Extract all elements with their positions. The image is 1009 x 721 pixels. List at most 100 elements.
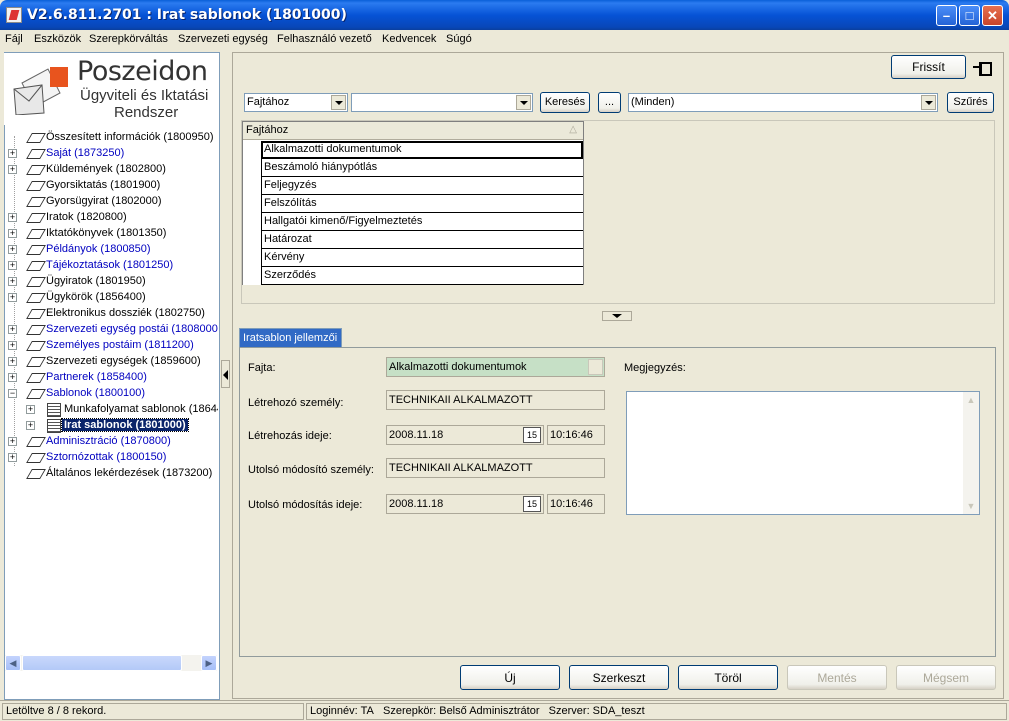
tab-template-properties[interactable]: Iratsablon jellemzői — [239, 328, 342, 348]
chevron-down-icon[interactable] — [921, 95, 936, 110]
creator-value: TECHNIKAII ALKALMAZOTT — [389, 394, 533, 406]
minimize-icon: – — [942, 8, 951, 23]
title-bar: V2.6.811.2701 : Irat sablonok (1801000) … — [0, 0, 1009, 30]
table-row[interactable]: Beszámoló hiánypótlás — [261, 159, 583, 177]
role-name: Szerepkör: Belső Adminisztrátor — [382, 705, 540, 717]
ellipsis-label: ... — [604, 96, 615, 108]
save-button[interactable]: Mentés — [787, 665, 887, 690]
tree-item-label: Összesített információk (1800950) — [46, 131, 214, 143]
tree-item-label: Saját (1873250) — [46, 147, 125, 159]
table-row[interactable]: Kérvény — [261, 249, 583, 267]
expand-icon[interactable]: + — [8, 437, 17, 446]
refresh-button[interactable]: Frissít — [891, 55, 966, 79]
grid-header[interactable]: Fajtához △ — [243, 122, 583, 140]
creator-field: TECHNIKAII ALKALMAZOTT — [386, 390, 605, 410]
filter-value: (Minden) — [631, 96, 675, 108]
menu-help[interactable]: Súgó — [446, 33, 472, 45]
note-textarea[interactable]: ▲ ▼ — [626, 391, 980, 515]
expand-details-button[interactable] — [602, 311, 632, 321]
app-icon[interactable] — [6, 7, 22, 23]
group-by-combo[interactable]: Fajtához — [244, 93, 348, 112]
cancel-button[interactable]: Mégsem — [896, 665, 996, 690]
scroll-right-icon[interactable]: ▶ — [201, 655, 217, 671]
menu-favorites[interactable]: Kedvencek — [382, 33, 436, 45]
table-row[interactable]: Feljegyzés — [261, 177, 583, 195]
note-scrollbar[interactable]: ▲ ▼ — [963, 392, 979, 514]
tree-item-label: Sablonok (1800100) — [46, 387, 146, 399]
type-field[interactable]: Alkalmazotti dokumentumok — [386, 357, 605, 377]
menu-tools[interactable]: Eszközök — [34, 33, 81, 45]
expand-icon[interactable]: + — [8, 261, 17, 270]
expand-icon[interactable]: + — [8, 165, 17, 174]
calendar-icon[interactable]: 15 — [523, 496, 541, 512]
menu-user-leader[interactable]: Felhasználó vezető — [277, 33, 372, 45]
collapse-icon[interactable]: − — [8, 389, 17, 398]
collapse-panel-button[interactable] — [221, 360, 230, 388]
filter-label: Szűrés — [953, 96, 988, 108]
folder-icon — [26, 133, 46, 143]
filter-combo[interactable]: (Minden) — [628, 93, 938, 112]
expand-icon[interactable]: + — [8, 277, 17, 286]
save-label: Mentés — [817, 671, 857, 685]
menu-file[interactable]: Fájl — [5, 33, 23, 45]
minimize-button[interactable]: – — [936, 5, 957, 26]
search-combo[interactable] — [351, 93, 533, 112]
expand-icon[interactable]: + — [26, 421, 35, 430]
tree-horizontal-scrollbar[interactable]: ◀ ▶ — [5, 655, 217, 671]
expand-icon[interactable]: + — [8, 453, 17, 462]
folder-icon — [26, 437, 46, 447]
expand-icon[interactable]: + — [8, 341, 17, 350]
note-label: Megjegyzés: — [624, 362, 686, 374]
session-info: Loginnév: TA Szerepkör: Belső Adminisztr… — [306, 703, 1007, 720]
table-row[interactable]: Szerződés — [261, 267, 583, 285]
logo-subtitle-2: Rendszer — [114, 104, 179, 121]
created-time-value: 10:16:46 — [550, 429, 593, 441]
scroll-up-icon[interactable]: ▲ — [963, 392, 979, 408]
table-row[interactable]: Felszólítás — [261, 195, 583, 213]
tree-item-label: Elektronikus dossziék (1802750) — [46, 307, 205, 319]
menu-org-unit[interactable]: Szervezeti egység — [178, 33, 268, 45]
app-logo: Poszeidon Ügyviteli és Iktatási Rendszer — [4, 53, 216, 125]
expand-icon[interactable]: + — [8, 229, 17, 238]
menu-role-switch[interactable]: Szerepkörváltás — [89, 33, 168, 45]
created-date-value: 2008.11.18 — [389, 429, 444, 441]
filter-button[interactable]: Szűrés — [947, 92, 994, 113]
table-row[interactable]: Hallgatói kimenő/Figyelmeztetés — [261, 213, 583, 231]
expand-icon[interactable]: + — [8, 373, 17, 382]
expand-icon[interactable]: + — [8, 213, 17, 222]
expand-icon[interactable]: + — [26, 405, 35, 414]
search-button[interactable]: Keresés — [540, 92, 590, 113]
scroll-down-icon[interactable]: ▼ — [963, 498, 979, 514]
chevron-down-icon[interactable] — [331, 95, 346, 110]
expand-icon[interactable]: + — [8, 149, 17, 158]
folder-icon — [26, 357, 46, 367]
chevron-down-icon[interactable] — [516, 95, 531, 110]
ellipsis-button[interactable]: ... — [598, 92, 621, 113]
edit-button[interactable]: Szerkeszt — [569, 665, 669, 690]
scroll-thumb[interactable] — [22, 655, 182, 671]
folder-icon — [26, 373, 46, 383]
maximize-button[interactable]: □ — [959, 5, 980, 26]
table-row[interactable]: Alkalmazotti dokumentumok — [261, 141, 583, 159]
scroll-left-icon[interactable]: ◀ — [5, 655, 21, 671]
new-button[interactable]: Új — [460, 665, 560, 690]
expand-icon[interactable]: + — [8, 293, 17, 302]
expand-icon[interactable]: + — [8, 357, 17, 366]
template-grid[interactable]: Fajtához △ Alkalmazotti dokumentumok Beszá… — [242, 121, 584, 285]
close-button[interactable]: ✕ — [982, 5, 1003, 26]
folder-icon — [26, 213, 46, 223]
tree-item-label: Iktatókönyvek (1801350) — [46, 227, 167, 239]
tree-item-label: Gyorsügyirat (1802000) — [46, 195, 162, 207]
chevron-down-icon[interactable] — [588, 359, 603, 375]
tree-item-label: Példányok (1800850) — [46, 243, 151, 255]
delete-button[interactable]: Töröl — [678, 665, 778, 690]
folder-icon — [26, 165, 46, 175]
edit-label: Szerkeszt — [592, 671, 646, 685]
expand-icon[interactable]: + — [8, 325, 17, 334]
expand-icon[interactable]: + — [8, 245, 17, 254]
grid-header-label: Fajtához — [246, 124, 289, 136]
table-row[interactable]: Határozat — [261, 231, 583, 249]
calendar-icon[interactable]: 15 — [523, 427, 541, 443]
tree-item-label: Partnerek (1858400) — [46, 371, 147, 383]
pin-icon[interactable] — [973, 62, 992, 76]
